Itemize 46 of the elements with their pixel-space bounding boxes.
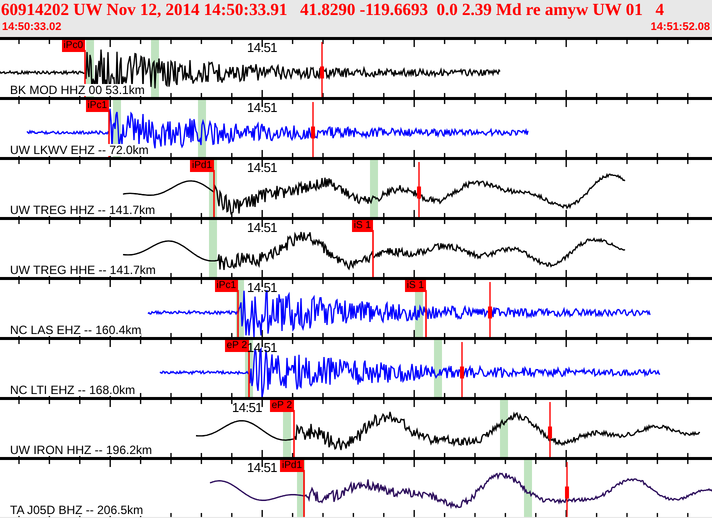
pick-line: [237, 290, 239, 337]
station-label: UW IRON HHZ -- 196.2km: [10, 444, 152, 456]
arrival-marker: [500, 400, 508, 457]
amplitude-marker: [320, 42, 324, 97]
time-label: 14:51: [247, 161, 278, 174]
amplitude-marker: [488, 282, 492, 337]
pick-label[interactable]: iS 1: [352, 220, 373, 232]
pick-label[interactable]: iPd1: [280, 460, 304, 472]
amplitude-marker: [460, 342, 464, 397]
time-label: 14:51: [232, 401, 262, 414]
pick-label[interactable]: iPc1: [86, 100, 109, 112]
time-label: 14:51: [247, 221, 278, 234]
station-label: BK MOD HHZ 00 53.1km: [10, 84, 145, 96]
start-time: 14:50:33.02: [2, 20, 62, 34]
pick-line: [303, 470, 305, 517]
amplitude-marker: [565, 462, 569, 517]
end-time: 14:51:52.08: [650, 20, 710, 34]
amplitude-marker: [417, 162, 421, 217]
pick-line: [248, 350, 250, 397]
pick-label[interactable]: iPd1: [190, 160, 214, 172]
station-label: UW TREG HHZ -- 141.7km: [10, 204, 156, 216]
pick-line: [213, 170, 215, 217]
amplitude-marker: [548, 402, 552, 457]
amplitude-marker: [311, 102, 315, 157]
time-label: 14:51: [247, 461, 278, 474]
time-label: 14:51: [247, 281, 278, 294]
pick-line: [372, 230, 374, 277]
arrival-marker: [370, 160, 378, 217]
station-label: UW LKWV EHZ -- 72.0km: [10, 144, 149, 156]
pick-line: [293, 410, 295, 457]
pick-label[interactable]: iPc0: [62, 40, 85, 52]
time-label: 14:51: [247, 101, 278, 114]
station-label: NC LTI EHZ -- 168.0km: [10, 384, 136, 396]
station-label: TA J05D BHZ -- 206.5km: [10, 504, 144, 516]
pick-label[interactable]: iS 1: [404, 280, 426, 292]
arrival-marker: [209, 220, 217, 277]
pick-label[interactable]: iPc1: [214, 280, 238, 292]
arrival-marker: [524, 460, 532, 517]
event-summary: 60914202 UW Nov 12, 2014 14:50:33.91 41.8290 -119.6693 0.0 2.39 Md re amyw UW 01 4: [0, 0, 665, 20]
station-label: NC LAS EHZ -- 160.4km: [10, 324, 142, 336]
arrival-marker: [434, 340, 442, 397]
pick-label[interactable]: eP 2: [270, 400, 294, 412]
station-label: UW TREG HHE -- 141.7km: [10, 264, 156, 276]
pick-label[interactable]: eP 2: [224, 340, 249, 352]
time-label: 14:51: [247, 41, 278, 54]
pick-line: [425, 290, 427, 337]
